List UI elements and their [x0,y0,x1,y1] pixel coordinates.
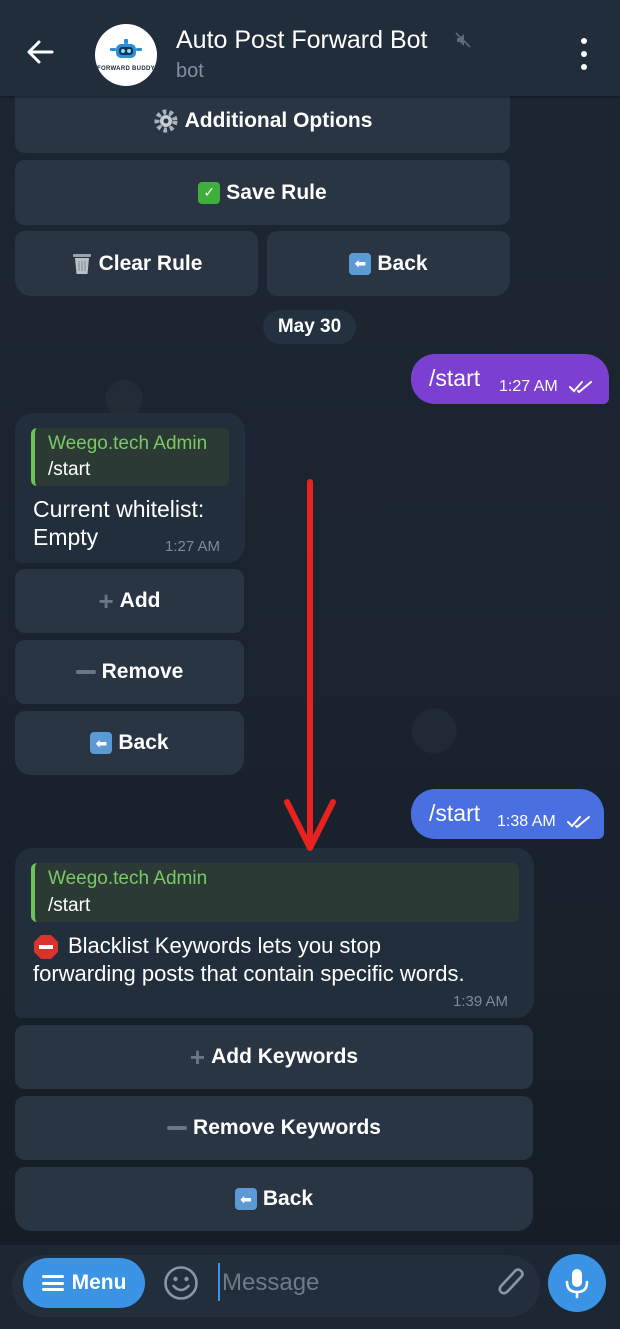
menu-label: Menu [71,1271,127,1294]
incoming-2-line2: forwarding posts that contain specific w… [33,961,465,986]
whitelist-back-label: Back [118,731,169,754]
incoming-message-1[interactable]: Weego.tech Admin /start Current whitelis… [15,413,245,563]
top-back-button[interactable]: ⬅ Back [267,231,510,296]
chat-header: FORWARD BUDDY Auto Post Forward Bot bot [0,0,620,96]
incoming-1-line2: Empty [33,524,99,550]
remove-keywords-label: Remove Keywords [193,1116,381,1139]
robot-logo-icon [110,39,142,58]
minus-icon [75,670,96,674]
chat-subtitle: bot [176,60,204,82]
left-arrow-emoji-icon: ⬅ [90,732,113,754]
date-separator: May 30 [263,310,356,344]
add-keywords-label: Add Keywords [211,1045,359,1068]
add-button[interactable]: + Add [15,569,244,633]
remove-label: Remove [101,660,184,683]
more-vert-icon[interactable] [570,38,598,70]
incoming-1-time: 1:27 AM [165,538,221,555]
menu-button[interactable]: Menu [23,1258,145,1308]
reply-quote-1[interactable]: Weego.tech Admin /start [31,428,229,486]
outgoing-message-1[interactable]: /start 1:27 AM [411,354,609,404]
incoming-2-line1: Blacklist Keywords lets you stop [68,933,382,958]
outgoing-1-text: /start [429,365,481,391]
remove-keywords-button[interactable]: Remove Keywords [15,1096,533,1160]
text-caret [218,1263,220,1301]
incoming-1-line1: Current whitelist: [33,496,205,522]
mute-icon [455,32,471,48]
minus-icon [167,1126,188,1130]
message-input[interactable] [222,1266,472,1300]
stop-sign-icon [34,935,58,959]
plus-icon: + [98,585,114,616]
save-rule-button[interactable]: ✓ Save Rule [15,160,510,225]
reply-quote-2[interactable]: Weego.tech Admin /start [31,863,519,922]
plus-icon: + [189,1041,206,1072]
blacklist-back-label: Back [262,1187,314,1210]
reply-1-author: Weego.tech Admin [48,433,208,454]
wastebasket-icon [72,253,91,274]
microphone-icon [565,1269,589,1299]
outgoing-2-time: 1:38 AM [497,813,556,830]
whitelist-back-button[interactable]: ⬅ Back [15,711,244,775]
paperclip-icon[interactable] [494,1264,528,1302]
chat-title[interactable]: Auto Post Forward Bot [176,26,428,55]
add-keywords-button[interactable]: + Add Keywords [15,1025,533,1089]
incoming-2-time: 1:39 AM [453,993,509,1010]
clear-rule-label: Clear Rule [98,251,203,275]
avatar-brand-text: FORWARD BUDDY [97,66,155,72]
red-annotation-arrow-icon [284,479,336,851]
gear-icon [154,109,178,132]
save-rule-label: Save Rule [226,180,327,204]
double-check-icon [567,816,590,829]
reply-1-text: /start [48,459,91,480]
blacklist-back-button[interactable]: ⬅ Back [15,1167,533,1231]
smile-icon[interactable] [162,1264,200,1302]
microphone-button[interactable] [548,1254,606,1312]
hamburger-icon [41,1275,64,1291]
outgoing-1-time: 1:27 AM [499,378,558,395]
incoming-message-2[interactable]: Weego.tech Admin /start Blacklist Keywor… [15,848,534,1018]
clear-rule-button[interactable]: Clear Rule [15,231,258,296]
outgoing-2-text: /start [429,800,481,826]
reply-2-text: /start [48,895,91,916]
outgoing-message-2[interactable]: /start 1:38 AM [411,789,604,839]
left-arrow-emoji-icon: ⬅ [349,252,372,275]
bot-avatar[interactable]: FORWARD BUDDY [95,24,157,86]
remove-button[interactable]: Remove [15,640,244,704]
top-back-label: Back [377,251,428,275]
check-mark-icon: ✓ [198,181,221,204]
additional-options-button[interactable]: Additional Options [15,88,510,153]
additional-options-label: Additional Options [184,108,373,132]
back-arrow-icon[interactable] [22,34,58,70]
double-check-icon [569,381,592,394]
add-label: Add [119,589,161,612]
reply-2-author: Weego.tech Admin [48,868,208,889]
left-arrow-emoji-icon: ⬅ [234,1188,257,1210]
